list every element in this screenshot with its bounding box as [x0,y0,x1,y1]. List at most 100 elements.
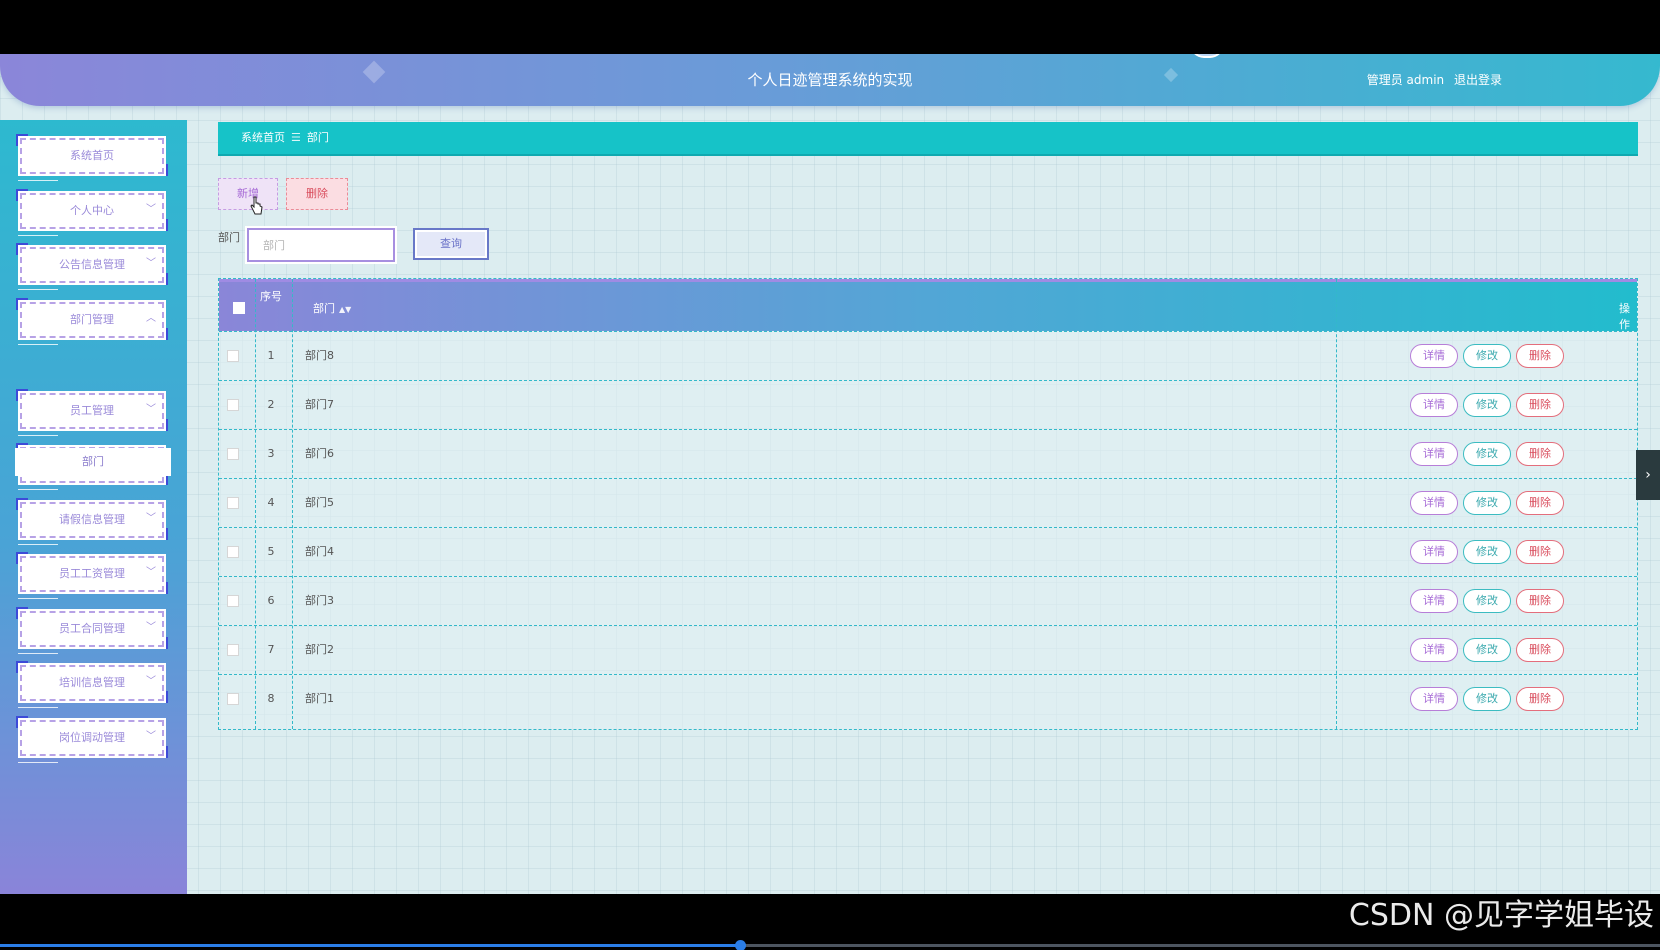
breadcrumb-separator-icon: ☰ [291,131,301,144]
chevron-down-icon: ﹀ [146,731,156,742]
sidebar-item[interactable]: 系统首页 [16,134,168,181]
row-checkbox[interactable] [227,448,239,460]
sidebar-item-underline [18,544,58,545]
sidebar-item-label: 部门管理 [70,313,114,326]
breadcrumb-home[interactable]: 系统首页 [241,131,285,144]
table-row: 6 部门3 详情 修改 删除 [219,576,1637,625]
sidebar-item[interactable]: 请假信息管理 ﹀ [16,498,168,545]
chevron-down-icon: ﹀ [146,258,156,269]
dept-table: 序号 部门 ▲▼ 操作 1 部门8 详情 修改 删除 2 部门7 详情 修改 删除 3 部门6 详情 修改删… [218,278,1638,730]
detail-button[interactable]: 详情 [1410,589,1458,613]
search-label: 部门 [218,231,240,244]
edit-button[interactable]: 修改 [1463,491,1511,515]
delete-button[interactable]: 删除 [1516,589,1564,613]
table-row: 2 部门7 详情 修改 删除 [219,380,1637,429]
table-row: 1 部门8 详情 修改 删除 [219,331,1637,380]
delete-button[interactable]: 删除 [1516,344,1564,368]
row-dept: 部门4 [305,545,334,558]
table-row: 7 部门2 详情 修改 删除 [219,625,1637,674]
top-header: 个人日迹管理系统的实现 管理员 admin 退出登录 [0,54,1660,106]
row-num: 5 [267,545,275,558]
sidebar-item[interactable]: 个人中心 ﹀ [16,189,168,236]
delete-button[interactable]: 删除 [1516,687,1564,711]
column-header-dept-label: 部门 [313,302,335,315]
sidebar-item[interactable]: 员工合同管理 ﹀ [16,607,168,654]
sidebar-subitem-dept[interactable]: 部门 [15,448,171,476]
batch-delete-button[interactable]: 删除 [286,178,348,210]
delete-button[interactable]: 删除 [1516,540,1564,564]
table-row: 4 部门5 详情 修改 删除 [219,478,1637,527]
sidebar-item[interactable]: 岗位调动管理 ﹀ [16,716,168,763]
chevron-down-icon: ﹀ [146,567,156,578]
edit-button[interactable]: 修改 [1463,589,1511,613]
column-header-dept[interactable]: 部门 ▲▼ [313,300,351,316]
row-num: 7 [267,643,275,656]
sidebar-item[interactable]: 员工管理 ﹀ [16,389,168,436]
sidebar-item-underline [18,762,58,763]
chevron-down-icon: ﹀ [146,676,156,687]
sidebar-item[interactable]: 公告信息管理 ﹀ [16,243,168,290]
sidebar-item-label: 员工工资管理 [59,567,125,580]
sidebar-item[interactable]: 培训信息管理 ﹀ [16,661,168,708]
edit-button[interactable]: 修改 [1463,393,1511,417]
sidebar-item-label: 培训信息管理 [59,676,125,689]
select-all-checkbox[interactable] [233,302,245,314]
app-window: 个人日迹管理系统的实现 管理员 admin 退出登录 系统首页 个人中心 ﹀ 公告信息… [0,54,1660,894]
row-checkbox[interactable] [227,350,239,362]
logout-link[interactable]: 退出登录 [1454,73,1502,87]
breadcrumb-current: 部门 [306,131,329,144]
row-dept: 部门3 [305,594,334,607]
search-button[interactable]: 查询 [413,228,489,260]
row-checkbox[interactable] [227,644,239,656]
chevron-down-icon: ﹀ [146,513,156,524]
add-button[interactable]: 新增 [218,178,278,210]
chevron-up-icon: ︿ [146,313,156,324]
video-progress-handle[interactable] [735,940,747,950]
delete-button[interactable]: 删除 [1516,638,1564,662]
detail-button[interactable]: 详情 [1410,687,1458,711]
sidebar-item-underline [18,435,58,436]
edit-button[interactable]: 修改 [1463,442,1511,466]
dept-search-input[interactable] [245,226,397,264]
detail-button[interactable]: 详情 [1410,638,1458,662]
sidebar-item-label: 系统首页 [70,149,114,162]
detail-button[interactable]: 详情 [1410,442,1458,466]
sidebar: 系统首页个人中心﹀公告信息管理﹀部门管理︿员工管理﹀员工考勤管理﹀请假信息管理﹀… [0,120,187,894]
table-row: 5 部门4 详情 修改 删除 [219,527,1637,576]
chevron-down-icon: ﹀ [146,404,156,415]
row-checkbox[interactable] [227,497,239,509]
sidebar-item-underline [18,707,58,708]
row-checkbox[interactable] [227,693,239,705]
detail-button[interactable]: 详情 [1410,344,1458,368]
sidebar-item[interactable]: 员工工资管理 ﹀ [16,552,168,599]
breadcrumb: 系统首页 ☰ 部门 [218,122,1638,156]
detail-button[interactable]: 详情 [1410,393,1458,417]
row-dept: 部门1 [305,692,334,705]
edit-button[interactable]: 修改 [1463,540,1511,564]
edit-button[interactable]: 修改 [1463,638,1511,662]
edit-button[interactable]: 修改 [1463,687,1511,711]
row-checkbox[interactable] [227,399,239,411]
chevron-down-icon: ﹀ [146,622,156,633]
detail-button[interactable]: 详情 [1410,491,1458,515]
delete-button[interactable]: 删除 [1516,491,1564,515]
user-label: 管理员 admin [1366,73,1445,87]
row-dept: 部门7 [305,398,334,411]
sidebar-item-label: 公告信息管理 [59,258,125,271]
sidebar-item[interactable]: 部门管理 ︿ [16,298,168,345]
row-num: 6 [267,594,275,607]
sidebar-item-label: 请假信息管理 [59,513,125,526]
chevron-right-icon[interactable]: › [1636,450,1660,500]
delete-button[interactable]: 删除 [1516,393,1564,417]
row-checkbox[interactable] [227,546,239,558]
row-checkbox[interactable] [227,595,239,607]
sort-icon[interactable]: ▲▼ [339,305,351,314]
sidebar-item-label: 个人中心 [70,204,114,217]
edit-button[interactable]: 修改 [1463,344,1511,368]
row-num: 1 [267,349,275,362]
detail-button[interactable]: 详情 [1410,540,1458,564]
sidebar-item-underline [18,489,58,490]
sidebar-item-label: 岗位调动管理 [59,731,125,744]
delete-button[interactable]: 删除 [1516,442,1564,466]
chevron-down-icon: ﹀ [146,204,156,215]
